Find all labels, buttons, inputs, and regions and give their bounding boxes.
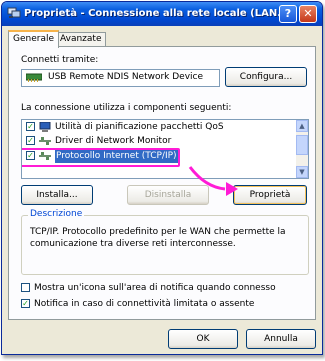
tab-label: Generale	[13, 34, 55, 44]
close-button[interactable]: ✕	[299, 5, 317, 23]
properties-button-label: Proprietà	[249, 190, 291, 200]
connect-via-label: Connetti tramite:	[21, 55, 99, 65]
help-icon: ?	[284, 7, 292, 20]
list-scrollbar[interactable]: ▲ ▼	[296, 120, 308, 178]
cancel-button-label: Annulla	[264, 334, 298, 344]
network-adapter-icon	[26, 73, 42, 82]
uninstall-button-label: Disinstalla	[144, 190, 192, 200]
component-label: Utilità di pianificazione pacchetti QoS	[55, 122, 224, 132]
configure-button-label: Configura...	[239, 72, 293, 82]
uninstall-button[interactable]: Disinstalla	[127, 185, 209, 205]
notify-label: Notifica in caso di connettività limitat…	[34, 299, 255, 309]
scroll-thumb[interactable]	[296, 135, 308, 155]
device-field: USB Remote NDIS Network Device	[21, 69, 220, 87]
ok-button-label: OK	[196, 334, 210, 344]
show-icon-checkbox[interactable]	[21, 283, 30, 292]
description-group: Descrizione TCP/IP. Protocollo predefini…	[21, 209, 309, 275]
component-checkbox[interactable]: ✓	[26, 122, 35, 131]
tab-label: Avanzate	[60, 34, 102, 44]
component-label: Driver di Network Monitor	[55, 136, 172, 146]
configure-button[interactable]: Configura...	[225, 67, 307, 87]
components-label: La connessione utilizza i componenti seg…	[21, 103, 232, 113]
component-checkbox[interactable]: ✓	[26, 136, 35, 145]
computer-icon	[39, 122, 51, 132]
close-icon: ✕	[303, 7, 313, 20]
install-button[interactable]: Installa...	[21, 185, 93, 205]
network-connection-icon	[7, 7, 21, 18]
general-panel: Connetti tramite: USB Remote NDIS Networ…	[8, 46, 316, 320]
notify-checkbox[interactable]: ✓	[21, 299, 30, 308]
scroll-down-arrow-icon[interactable]: ▼	[296, 166, 308, 178]
tab-avanzate[interactable]: Avanzate	[55, 32, 107, 46]
description-title: Descrizione	[28, 209, 85, 219]
properties-dialog: Proprietà - Connessione alla rete locale…	[1, 1, 323, 355]
window-title: Proprietà - Connessione alla rete locale…	[24, 8, 289, 19]
description-text: TCP/IP. Protocollo predefinito per le WA…	[30, 227, 286, 249]
components-list[interactable]: ✓ Utilità di pianificazione pacchetti Qo…	[21, 119, 309, 179]
tab-generale[interactable]: Generale	[8, 30, 60, 48]
device-name: USB Remote NDIS Network Device	[48, 72, 204, 82]
install-button-label: Installa...	[36, 190, 78, 200]
list-item[interactable]: ✓ Driver di Network Monitor	[22, 135, 292, 148]
help-button[interactable]: ?	[279, 5, 297, 23]
list-item[interactable]: ✓ Utilità di pianificazione pacchetti Qo…	[22, 121, 292, 134]
properties-button[interactable]: Proprietà	[233, 185, 307, 205]
protocol-icon	[39, 137, 51, 145]
scroll-up-arrow-icon[interactable]: ▲	[296, 120, 308, 132]
ok-button[interactable]: OK	[168, 329, 238, 349]
show-icon-label: Mostra un'icona sull'area di notifica qu…	[34, 283, 276, 293]
highlight-annotation	[22, 148, 180, 167]
cancel-button[interactable]: Annulla	[246, 329, 316, 349]
title-bar[interactable]: Proprietà - Connessione alla rete locale…	[2, 2, 322, 26]
